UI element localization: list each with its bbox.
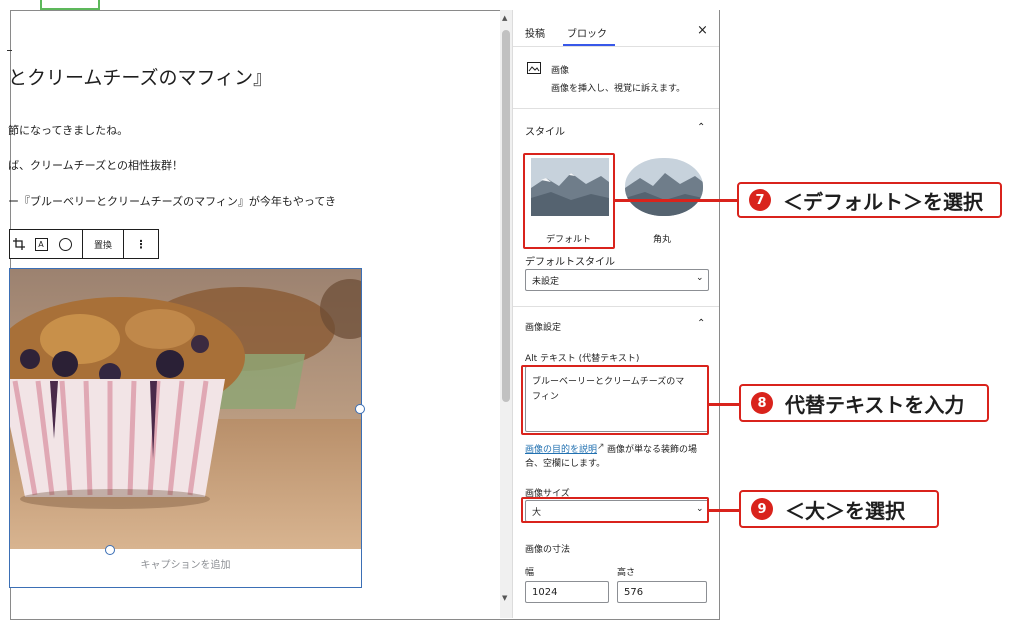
image-settings-title[interactable]: 画像設定 [525,320,561,333]
more-options-button[interactable]: ⋮ [124,230,158,258]
highlight-default-style [523,153,615,249]
style-rounded-label[interactable]: 角丸 [653,232,671,245]
caption-placeholder[interactable]: キャプションを追加 [10,556,361,571]
alt-help-text-1: 画像が単なる装飾の場 [607,445,698,455]
callout-7-text: ＜デフォルト＞を選択 [783,189,983,214]
style-section-title[interactable]: スタイル [525,123,565,138]
resize-handle-bottom[interactable] [105,545,115,555]
chevron-up-icon[interactable]: ⌃ [697,318,705,329]
heading-dash [7,50,12,51]
top-tab-fragment [40,0,100,10]
tab-block[interactable]: ブロック [567,25,607,40]
paragraph-2[interactable]: ば、クリームチーズとの相性抜群！ [8,157,183,173]
active-tab-indicator [563,44,615,46]
block-name: 画像 [551,66,570,76]
scroll-down-icon[interactable]: ▼ [502,594,507,602]
muffin-photo [10,269,361,549]
callout-7: 7 ＜デフォルト＞を選択 [737,182,1002,218]
highlight-image-size [521,497,709,523]
close-icon[interactable]: × [697,23,708,38]
step-badge-9: 9 [751,498,773,520]
external-link-icon: ↗ [597,442,605,452]
chevron-up-icon[interactable]: ⌃ [697,122,705,133]
callout-9: 9 ＜大＞を選択 [739,490,939,528]
default-style-label: デフォルトスタイル [525,257,615,268]
highlight-alt-text [521,365,709,435]
style-rounded-thumb[interactable] [625,158,703,216]
image-block-icon [527,62,541,74]
paragraph-1[interactable]: 節になってきましたね。 [8,122,128,138]
settings-sidebar: 投稿 ブロック × 画像 画像を挿入し、視覚に訴えます。 スタイル ⌃ デフォル… [512,10,719,618]
image-block[interactable]: キャプションを追加 [9,268,362,588]
callout-8-text: 代替テキストを入力 [785,392,965,417]
tab-post[interactable]: 投稿 [525,25,545,40]
replace-button[interactable]: 置換 [83,230,123,258]
alt-text-label: Alt テキスト (代替テキスト) [525,354,640,364]
width-label: 幅 [525,568,535,578]
alt-help-text-2: 合、空欄にします。 [525,459,606,469]
text-overlay-icon[interactable]: A [32,230,50,258]
paragraph-3[interactable]: ー『ブルーベリーとクリームチーズのマフィン』が今年もやってき [8,193,336,209]
scroll-up-icon[interactable]: ▲ [502,14,507,22]
block-toolbar: A 置換 ⋮ [9,229,159,259]
crop-icon[interactable] [10,230,28,258]
height-input[interactable]: 576 [617,581,707,603]
default-style-select[interactable]: 未設定 ⌄ [525,269,709,291]
dimensions-label: 画像の寸法 [525,545,571,555]
callout-8: 8 代替テキストを入力 [739,384,989,422]
circle-mask-icon[interactable] [56,230,74,258]
post-heading[interactable]: とクリームチーズのマフィン』 [8,63,272,90]
block-description: 画像を挿入し、視覚に訴えます。 [551,84,686,94]
connector-7 [613,199,737,202]
height-label: 高さ [617,568,636,578]
step-badge-7: 7 [749,189,771,211]
callout-9-text: ＜大＞を選択 [785,498,905,523]
alt-help-link[interactable]: 画像の目的を説明 [525,442,597,455]
editor-scrollbar-thumb[interactable] [502,30,510,402]
chevron-down-icon: ⌄ [696,273,704,283]
connector-8 [707,403,739,406]
resize-handle-right[interactable] [355,404,365,414]
step-badge-8: 8 [751,392,773,414]
width-input[interactable]: 1024 [525,581,609,603]
connector-9 [707,509,739,512]
